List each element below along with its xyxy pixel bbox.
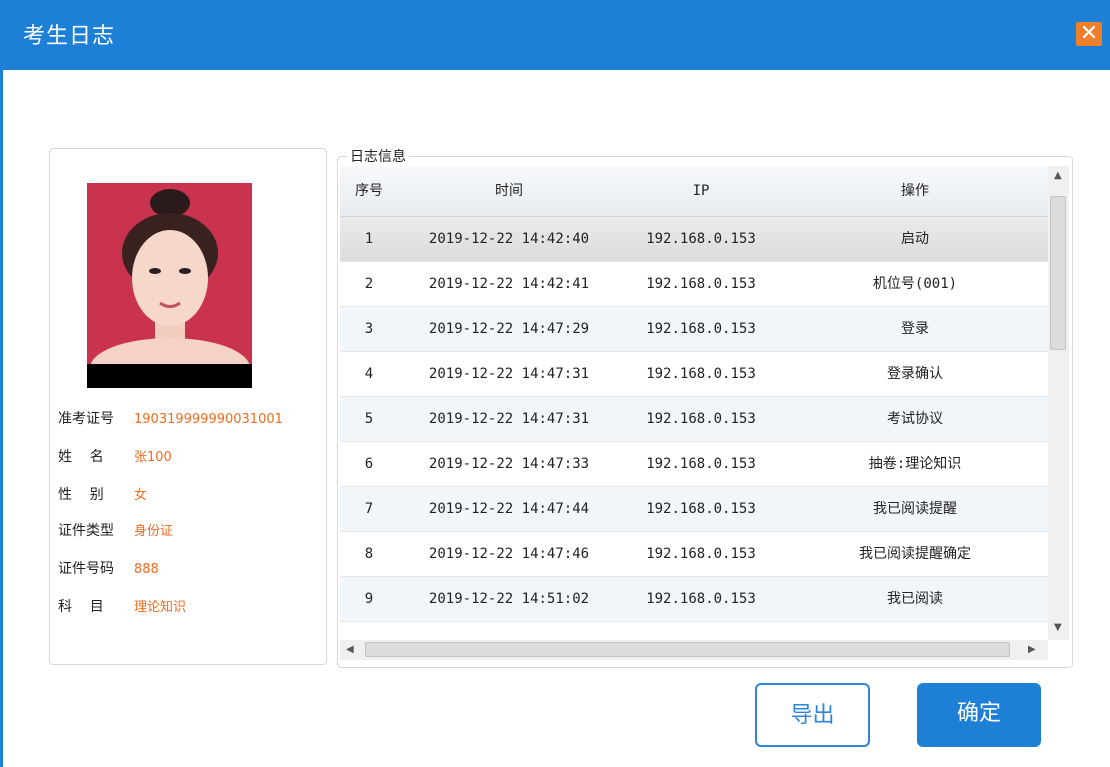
table-row[interactable]: 7 2019-12-22 14:47:44 192.168.0.153 我已阅读… <box>340 487 1048 532</box>
cell-operation: 考试协议 <box>887 411 943 427</box>
cell-time: 2019-12-22 14:42:40 <box>428 231 590 247</box>
cell-operation: 我已阅读 <box>887 591 943 607</box>
table-row[interactable]: 1 2019-12-22 14:42:40 192.168.0.153 启动 <box>340 217 1048 262</box>
exam-number-value: 190319999990031001 <box>134 412 283 427</box>
info-row-id-type: 证件类型 身份证 <box>58 520 173 542</box>
table-row[interactable]: 2 2019-12-22 14:42:41 192.168.0.153 机位号(… <box>340 262 1048 307</box>
table-row[interactable]: 4 2019-12-22 14:47:31 192.168.0.153 登录确认 <box>340 352 1048 397</box>
info-row-gender: 性 别女 <box>58 484 147 506</box>
scroll-left-icon[interactable]: ◀ <box>346 644 354 655</box>
candidate-profile-panel: 准考证号 190319999990031001 姓 名 张100 性 别 女 证件类型… <box>49 148 327 665</box>
cell-ip: 192.168.0.153 <box>646 231 756 247</box>
id-number-value: 888 <box>134 562 159 577</box>
title-bar: 考生日志 ✕ <box>3 0 1110 70</box>
cell-time: 2019-12-22 14:47:33 <box>428 456 590 472</box>
info-row-subject: 科 目 理论知识 <box>58 596 186 618</box>
cell-operation: 机位号(001) <box>872 276 958 292</box>
table-row[interactable]: 9 2019-12-22 14:51:02 192.168.0.153 我已阅读 <box>340 577 1048 622</box>
cell-time: 2019-12-22 14:47:46 <box>428 546 590 562</box>
cell-index: 3 <box>364 321 374 337</box>
column-header-ip[interactable]: IP <box>620 166 782 216</box>
column-header-index[interactable]: 序号 <box>340 166 398 216</box>
table-row[interactable]: 6 2019-12-22 14:47:33 192.168.0.153 抽卷:理… <box>340 442 1048 487</box>
cell-ip: 192.168.0.153 <box>646 411 756 427</box>
id-number-label: 证件号码 <box>58 561 114 577</box>
candidate-photo <box>87 183 252 388</box>
close-icon: ✕ <box>1079 21 1099 46</box>
info-row-name: 姓 名 张100 <box>58 446 172 468</box>
cell-operation: 抽卷:理论知识 <box>868 456 962 472</box>
cell-index: 1 <box>364 231 374 247</box>
cell-index: 5 <box>364 411 374 427</box>
cell-ip: 192.168.0.153 <box>646 456 756 472</box>
vertical-scrollbar[interactable]: ▲ ▼ <box>1048 166 1069 640</box>
id-type-value: 身份证 <box>134 524 174 539</box>
scroll-up-icon[interactable]: ▲ <box>1054 170 1062 181</box>
cell-operation: 启动 <box>901 231 929 247</box>
cell-time: 2019-12-22 14:47:31 <box>428 411 590 427</box>
table-row[interactable]: 8 2019-12-22 14:47:46 192.168.0.153 我已阅读… <box>340 532 1048 577</box>
cell-ip: 192.168.0.153 <box>646 321 756 337</box>
name-label: 姓 名 <box>58 449 104 465</box>
cell-operation: 登录确认 <box>887 366 943 382</box>
subject-value: 理论知识 <box>134 600 187 615</box>
cell-time: 2019-12-22 14:51:02 <box>428 591 590 607</box>
gender-value: 女 <box>134 488 148 503</box>
horizontal-scrollbar[interactable]: ◀ ▶ <box>340 640 1048 660</box>
window-title: 考生日志 <box>23 24 116 49</box>
cell-ip: 192.168.0.153 <box>646 366 756 382</box>
exam-number-label: 准考证号 <box>58 411 114 427</box>
exam-log-window: 考生日志 ✕ 准考证号 190319999990031001 姓 名 张100 … <box>0 0 1110 767</box>
id-type-label: 证件类型 <box>58 523 114 539</box>
cell-time: 2019-12-22 14:47:44 <box>428 501 590 517</box>
vertical-scroll-thumb[interactable] <box>1050 196 1066 350</box>
cell-ip: 192.168.0.153 <box>646 546 756 562</box>
cell-time: 2019-12-22 14:47:31 <box>428 366 590 382</box>
column-header-operation[interactable]: 操作 <box>782 166 1048 216</box>
log-info-title: 日志信息 <box>347 146 409 166</box>
cell-ip: 192.168.0.153 <box>646 501 756 517</box>
cell-index: 8 <box>364 546 374 562</box>
scroll-down-icon[interactable]: ▼ <box>1054 622 1062 633</box>
info-row-exam-number: 准考证号 190319999990031001 <box>58 408 283 430</box>
cell-operation: 登录 <box>901 321 929 337</box>
gender-label: 性 别 <box>58 487 104 503</box>
confirm-button[interactable]: 确定 <box>917 683 1041 747</box>
cell-time: 2019-12-22 14:47:29 <box>428 321 590 337</box>
cell-index: 2 <box>364 276 374 292</box>
export-button[interactable]: 导出 <box>755 683 870 747</box>
portrait-image <box>87 183 252 388</box>
horizontal-scroll-thumb[interactable] <box>365 642 1010 657</box>
scroll-right-icon[interactable]: ▶ <box>1028 644 1036 655</box>
info-row-id-number: 证件号码 888 <box>58 558 159 580</box>
cell-time: 2019-12-22 14:42:41 <box>428 276 590 292</box>
table-row[interactable]: 5 2019-12-22 14:47:31 192.168.0.153 考试协议 <box>340 397 1048 442</box>
table-row[interactable]: 3 2019-12-22 14:47:29 192.168.0.153 登录 <box>340 307 1048 352</box>
cell-ip: 192.168.0.153 <box>646 591 756 607</box>
log-table-header: 序号 时间 IP 操作 <box>340 166 1048 217</box>
cell-index: 4 <box>364 366 374 382</box>
column-header-time[interactable]: 时间 <box>398 166 620 216</box>
cell-index: 9 <box>364 591 374 607</box>
cell-index: 7 <box>364 501 374 517</box>
cell-operation: 我已阅读提醒确定 <box>859 546 971 562</box>
cell-index: 6 <box>364 456 374 472</box>
cell-operation: 我已阅读提醒 <box>873 501 957 517</box>
subject-label: 科 目 <box>58 599 104 615</box>
cell-ip: 192.168.0.153 <box>646 276 756 292</box>
close-button[interactable]: ✕ <box>1076 22 1102 46</box>
name-value: 张100 <box>134 450 172 465</box>
log-table[interactable]: 序号 时间 IP 操作 1 2019-12-22 14:42:40 192.16… <box>340 166 1048 623</box>
